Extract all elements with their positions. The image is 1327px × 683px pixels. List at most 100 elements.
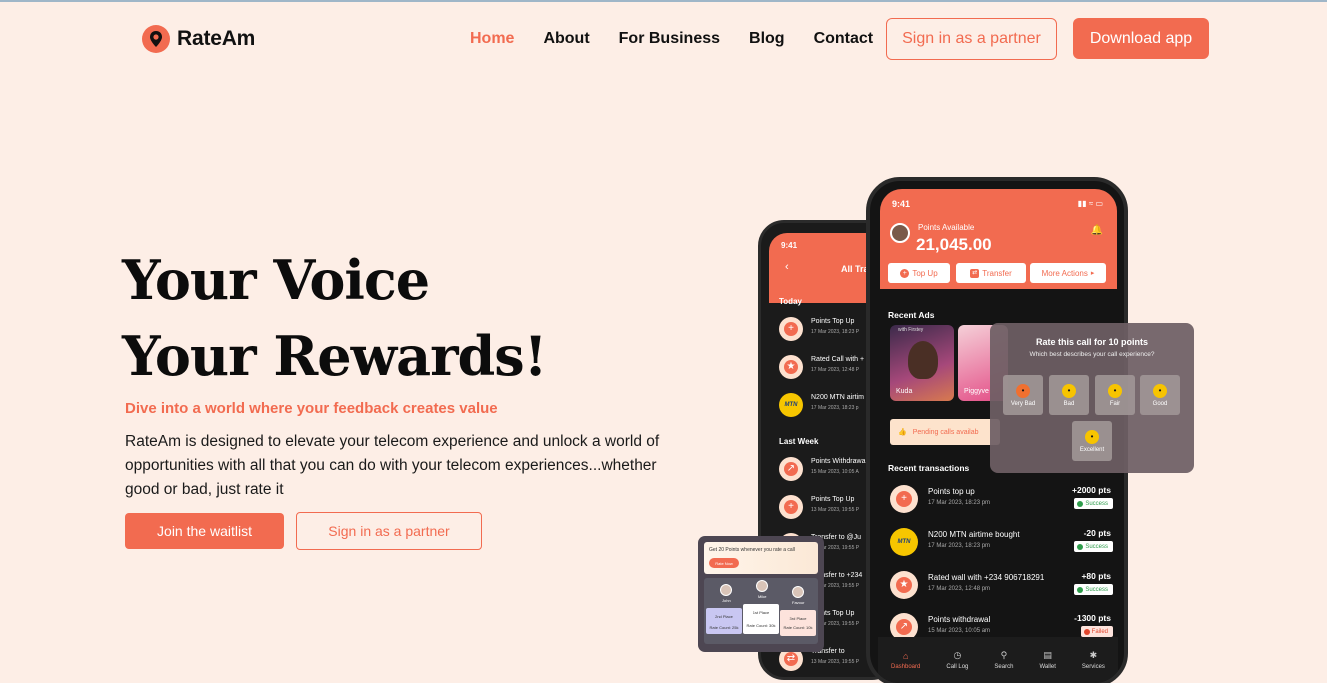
- ad-small-text: with Firstey: [898, 327, 924, 333]
- logo[interactable]: RateAm: [141, 24, 255, 54]
- place-card-3rd: 3rd Place Rate Count: 10k: [780, 610, 816, 636]
- transfer-icon: ⇄: [970, 268, 980, 278]
- window-top-border: [0, 0, 1327, 2]
- status-time: 9:41: [892, 199, 911, 209]
- promo-text: Get 20 Points whenever you rate a call: [709, 547, 795, 553]
- nav-for-business[interactable]: For Business: [619, 30, 720, 48]
- more-actions-label: More Actions: [1041, 268, 1088, 278]
- ad-card-kuda: Kuda: [890, 325, 954, 401]
- leader-name: Favour: [792, 600, 805, 605]
- star-icon: ★: [779, 355, 803, 379]
- plus-icon: +: [779, 317, 803, 341]
- pending-text: Pending calls availab: [912, 428, 979, 436]
- item-title: Points Withdrawa: [811, 458, 866, 465]
- clock-icon: ◷: [953, 650, 962, 660]
- item-date: 17 Mar 2023, 12:48 P: [811, 367, 860, 373]
- points-label: Points Available: [918, 223, 975, 232]
- ad-label: Kuda: [896, 388, 913, 395]
- withdraw-icon: ↗: [779, 457, 803, 481]
- status-badge: Failed: [1080, 626, 1113, 637]
- tx-title: Points top up: [928, 487, 975, 496]
- home-icon: ⌂: [902, 650, 909, 661]
- item-date: 17 Mar 2023, 18:23 p: [811, 405, 859, 411]
- tx-amount: -20 pts: [1083, 528, 1111, 538]
- item-date: 17 Mar 2023, 18:23 P: [811, 329, 860, 335]
- item-date: 13 Mar 2023, 19:55 P: [811, 659, 860, 665]
- section-last-week: Last Week: [779, 437, 819, 446]
- nav-contact[interactable]: Contact: [814, 30, 874, 48]
- phone-bottom-nav: ⌂ Dashboard ◷ Call Log ⚲ Search ▤ Wallet ✱ Se…: [878, 637, 1118, 683]
- item-title: N200 MTN airtim: [811, 394, 864, 401]
- tx-date: 17 Mar 2023, 18:23 pm: [928, 543, 991, 549]
- place-card-1st: 1st Place Rate Count: 30k: [743, 604, 779, 634]
- plus-icon: +: [890, 485, 918, 513]
- hero-title-line2: Your Rewards!: [122, 324, 547, 388]
- recent-ads-label: Recent Ads: [888, 310, 935, 320]
- tx-title: Rated wall with +234 906718291: [928, 573, 1045, 582]
- nav-blog[interactable]: Blog: [749, 30, 785, 48]
- status-time: 9:41: [781, 241, 798, 250]
- tab-services: ✱ Services: [1081, 650, 1105, 670]
- mtn-logo-icon: MTN: [890, 528, 918, 556]
- plus-circle-icon: +: [900, 268, 910, 278]
- back-arrow-icon: ‹: [785, 261, 789, 273]
- tx-title: N200 MTN airtime bought: [928, 530, 1020, 539]
- location-pin-icon: [141, 24, 171, 54]
- top-up-button: + Top Up: [888, 263, 950, 283]
- join-waitlist-button[interactable]: Join the waitlist: [125, 513, 284, 549]
- avatar: [756, 580, 768, 592]
- leader-name: John: [722, 598, 731, 603]
- tab-call-log: ◷ Call Log: [946, 650, 969, 670]
- services-icon: ✱: [1089, 650, 1098, 660]
- item-title: Points Top Up: [811, 318, 855, 325]
- top-up-label: Top Up: [912, 268, 938, 278]
- hero-sign-in-partner-button[interactable]: Sign in as a partner: [296, 512, 482, 550]
- neutral-face-icon: •: [1108, 383, 1122, 398]
- tx-amount: -1300 pts: [1074, 613, 1111, 623]
- thumbs-up-icon: 👍: [898, 429, 907, 436]
- hero-title-line1: Your Voice: [122, 248, 430, 312]
- transaction-row: MTN N200 MTN airtime bought 17 Mar 2023,…: [888, 524, 1113, 564]
- nav-home[interactable]: Home: [470, 30, 514, 48]
- sign-in-partner-button[interactable]: Sign in as a partner: [886, 18, 1057, 60]
- item-title: Rated Call with +: [811, 356, 865, 363]
- status-badge: Success: [1074, 541, 1113, 552]
- ad-label: Piggyve: [964, 388, 989, 395]
- bell-icon: 🔔: [1090, 225, 1103, 236]
- angry-face-icon: •: [1016, 383, 1030, 398]
- download-app-button[interactable]: Download app: [1073, 18, 1209, 59]
- tx-date: 17 Mar 2023, 18:23 pm: [928, 500, 991, 506]
- grin-face-icon: •: [1085, 429, 1099, 444]
- more-actions-button: More Actions ▸: [1030, 263, 1106, 283]
- avatar: [720, 584, 732, 596]
- rating-good: • Good: [1140, 375, 1180, 415]
- rating-very-bad: • Very Bad: [1003, 375, 1043, 415]
- transaction-row: + Points top up 17 Mar 2023, 18:23 pm +2…: [888, 481, 1113, 521]
- screen-title: All Tra: [841, 264, 869, 274]
- tab-wallet: ▤ Wallet: [1039, 650, 1056, 670]
- section-today: Today: [779, 297, 802, 306]
- rate-title: Rate this call for 10 points: [1035, 337, 1149, 347]
- points-value: 21,045.00: [916, 235, 992, 254]
- transfer-button: ⇄ Transfer: [956, 263, 1026, 283]
- item-title: Points Top Up: [811, 496, 855, 503]
- hero-description: RateAm is designed to elevate your telec…: [125, 433, 660, 498]
- nav-about[interactable]: About: [543, 30, 589, 48]
- rate-call-popup: Rate this call for 10 points Which best …: [990, 323, 1194, 473]
- item-date: 13 Mar 2023, 19:55 P: [811, 507, 860, 513]
- wallet-icon: ▤: [1043, 650, 1052, 660]
- tx-amount: +80 pts: [1081, 571, 1111, 581]
- hero-tagline: Dive into a world where your feedback cr…: [125, 400, 498, 417]
- plus-icon: +: [779, 495, 803, 519]
- status-badge: Success: [1074, 498, 1113, 509]
- tx-date: 15 Mar 2023, 10:05 am: [928, 628, 991, 634]
- rating-bad: • Bad: [1049, 375, 1089, 415]
- status-icons: ▮▮ ≈ ▭: [1077, 199, 1103, 208]
- transfer-label: Transfer: [982, 268, 1012, 278]
- tab-search: ⚲ Search: [994, 650, 1014, 670]
- tx-title: Points withdrawal: [928, 615, 991, 624]
- rate-promo-banner: Get 20 Points whenever you rate a call R…: [704, 542, 818, 574]
- sad-face-icon: •: [1062, 383, 1076, 398]
- transaction-row: ★ Rated wall with +234 906718291 17 Mar …: [888, 567, 1113, 607]
- tx-date: 17 Mar 2023, 12:48 pm: [928, 586, 991, 592]
